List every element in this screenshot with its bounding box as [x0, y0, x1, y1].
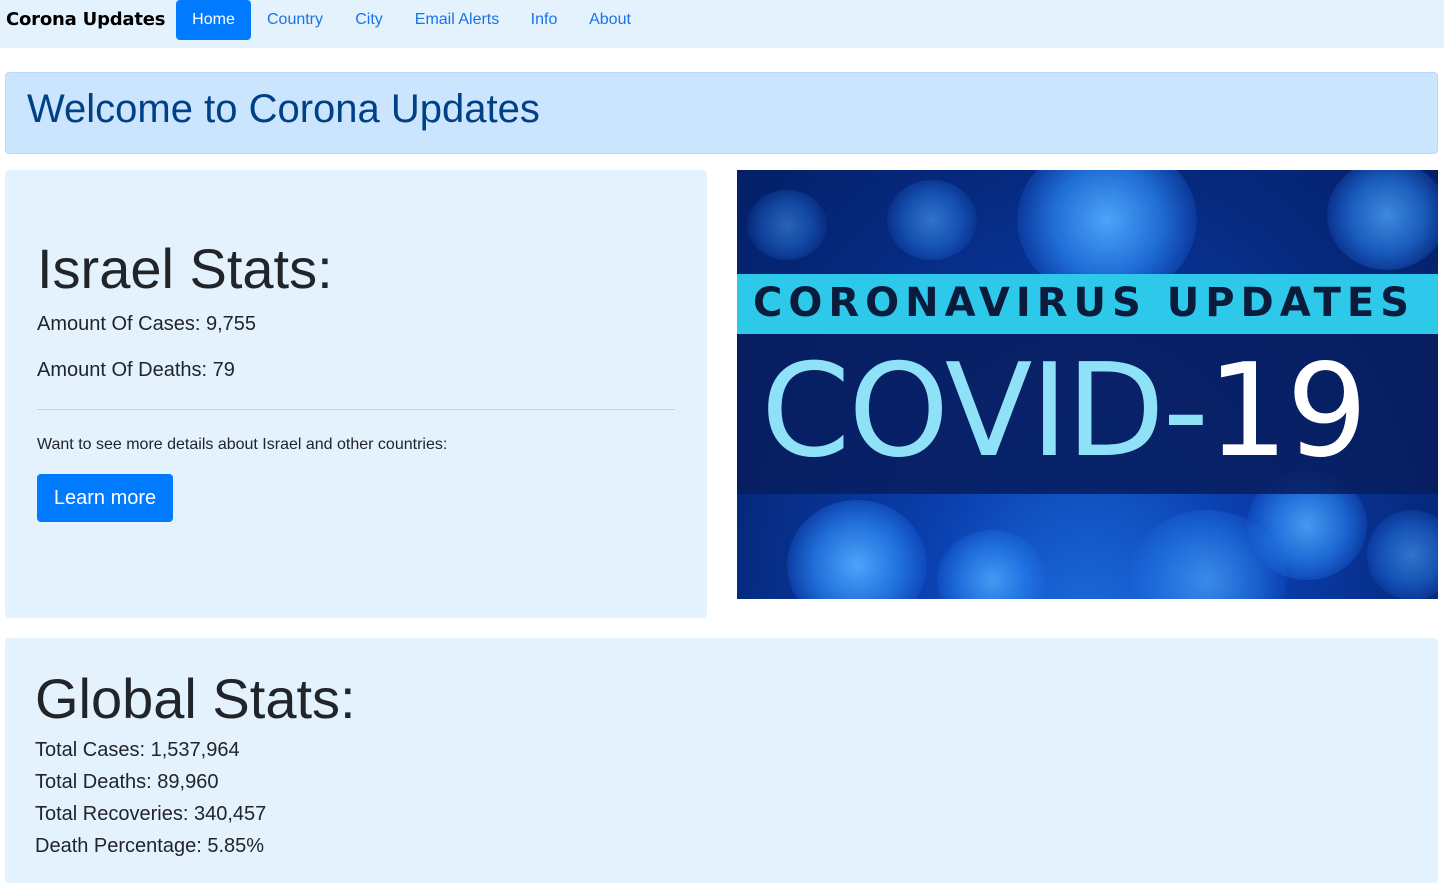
- brand-logo[interactable]: Corona Updates: [6, 9, 166, 30]
- learn-more-button[interactable]: Learn more: [37, 474, 173, 522]
- nav-country[interactable]: Country: [251, 0, 339, 40]
- nav-about[interactable]: About: [573, 0, 647, 40]
- top-navbar: Corona Updates Home Country City Email A…: [0, 0, 1444, 48]
- global-total-recoveries: Total Recoveries: 340,457: [35, 803, 267, 825]
- divider: [37, 409, 675, 410]
- covid-19-text: COVID-19: [761, 342, 1368, 482]
- covid-word: COVID-: [761, 337, 1209, 486]
- welcome-title: Welcome to Corona Updates: [27, 87, 540, 131]
- global-stats-card: Global Stats: Total Cases: 1,537,964 Tot…: [5, 638, 1438, 883]
- nav-city[interactable]: City: [339, 0, 399, 40]
- israel-stats-title: Israel Stats:: [37, 237, 333, 300]
- banner-main-stripe: COVID-19: [737, 334, 1438, 494]
- virus-particle: [747, 190, 827, 260]
- israel-deaths: Amount Of Deaths: 79: [37, 359, 235, 381]
- virus-particle: [887, 180, 977, 260]
- covid-banner-image: CORONAVIRUS UPDATES COVID-19: [737, 170, 1438, 599]
- banner-top-stripe: CORONAVIRUS UPDATES: [737, 274, 1438, 334]
- coronavirus-updates-text: CORONAVIRUS UPDATES: [753, 280, 1416, 326]
- israel-stats-card: Israel Stats: Amount Of Cases: 9,755 Amo…: [5, 170, 707, 618]
- israel-cases: Amount Of Cases: 9,755: [37, 313, 257, 335]
- virus-particle: [937, 530, 1047, 599]
- more-details-text: Want to see more details about Israel an…: [37, 436, 448, 453]
- virus-particle: [1367, 510, 1438, 599]
- virus-particle: [787, 500, 927, 599]
- global-death-percentage: Death Percentage: 5.85%: [35, 835, 265, 857]
- nav-info[interactable]: Info: [515, 0, 573, 40]
- welcome-alert: Welcome to Corona Updates: [5, 72, 1438, 154]
- nav-email-alerts[interactable]: Email Alerts: [399, 0, 515, 40]
- global-total-deaths: Total Deaths: 89,960: [35, 771, 219, 793]
- covid-number: 19: [1206, 337, 1368, 486]
- nav-home[interactable]: Home: [176, 0, 251, 40]
- global-stats-title: Global Stats:: [35, 667, 356, 730]
- virus-particle: [1327, 170, 1438, 270]
- global-total-cases: Total Cases: 1,537,964: [35, 739, 240, 761]
